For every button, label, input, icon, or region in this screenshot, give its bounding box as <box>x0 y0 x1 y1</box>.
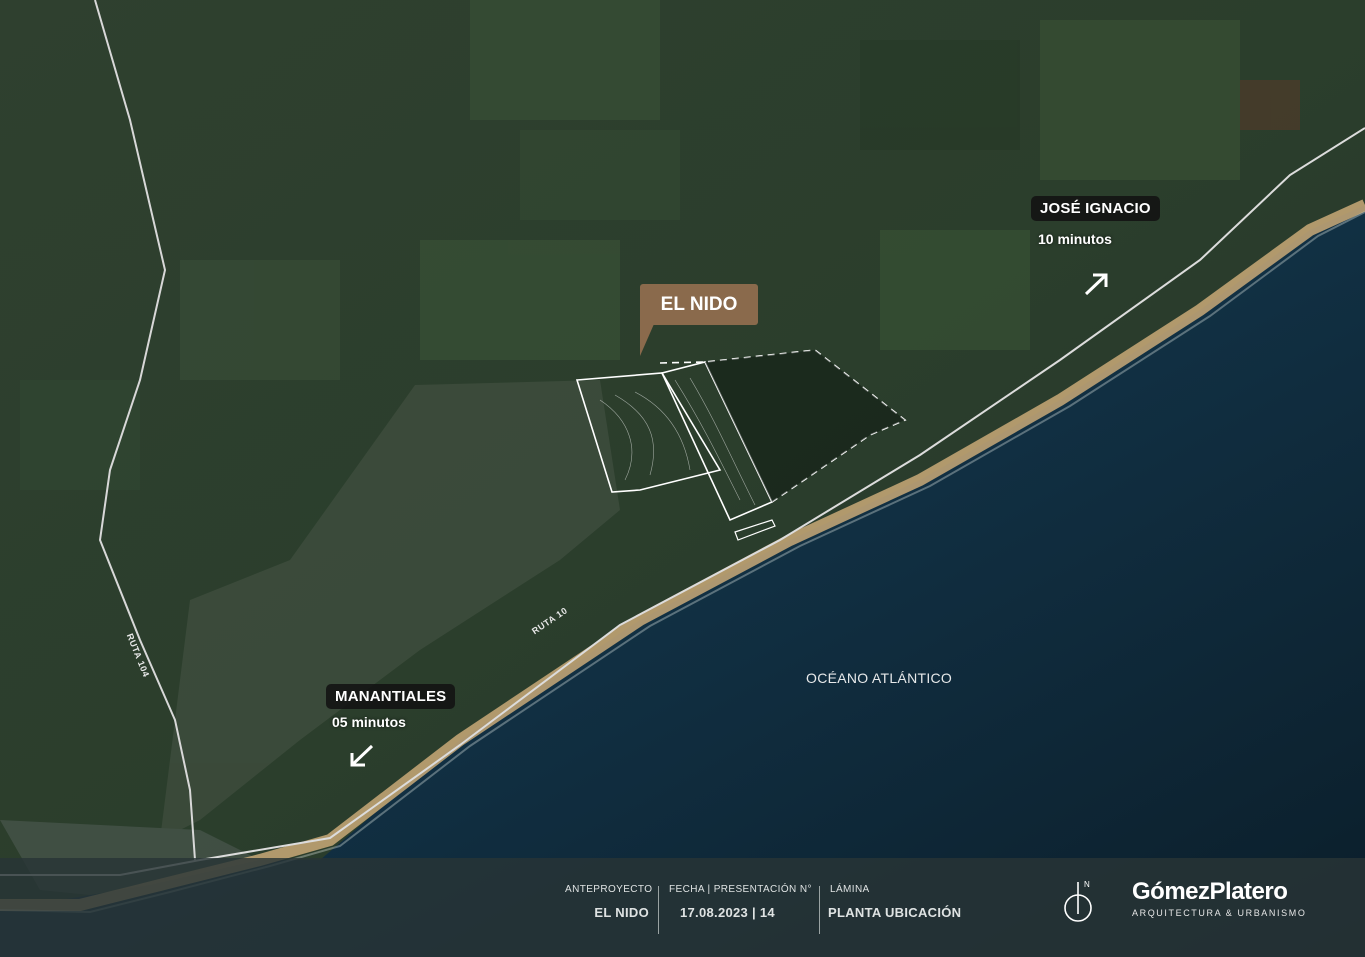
project-value: EL NIDO <box>594 905 649 920</box>
north-label: N <box>1084 880 1090 889</box>
arrow-down-left-icon <box>350 744 374 767</box>
date-field: FECHA | PRESENTACIÓN N° 17.08.2023 | 14 <box>669 884 812 920</box>
el-nido-tag-pointer <box>640 324 654 356</box>
date-value: 17.08.2023 | 14 <box>680 905 775 920</box>
jose-ignacio-label: JOSÉ IGNACIO <box>1031 196 1160 221</box>
brand-logo: GómezPlatero ARQUITECTURA & URBANISMO <box>1132 878 1306 918</box>
sheet-value: PLANTA UBICACIÓN <box>828 905 962 920</box>
divider <box>658 886 659 934</box>
jose-ignacio-time: 10 minutos <box>1038 231 1112 247</box>
divider <box>819 886 820 934</box>
manantiales-time: 05 minutos <box>332 714 406 730</box>
sheet-field: LÁMINA PLANTA UBICACIÓN <box>828 884 961 920</box>
date-caption: FECHA | PRESENTACIÓN N° <box>669 884 812 895</box>
sheet-caption: LÁMINA <box>830 884 870 895</box>
brand-tagline: ARQUITECTURA & URBANISMO <box>1132 908 1307 918</box>
brand-name: GómezPlatero <box>1132 878 1288 905</box>
project-field: ANTEPROYECTO EL NIDO <box>565 884 652 920</box>
ocean-label: OCÉANO ATLÁNTICO <box>806 670 953 686</box>
manantiales-label: MANANTIALES <box>326 684 456 709</box>
title-block: ANTEPROYECTO EL NIDO FECHA | PRESENTACIÓ… <box>0 858 1365 957</box>
north-arrow-icon: N <box>1064 880 1092 922</box>
satellite-map-image <box>0 0 1365 957</box>
el-nido-tag: EL NIDO <box>640 284 758 325</box>
arrow-up-right-icon <box>1084 273 1108 296</box>
location-map: MANANTIALES 05 minutos JOSÉ IGNACIO 10 m… <box>0 0 1365 957</box>
project-caption: ANTEPROYECTO <box>565 884 653 895</box>
